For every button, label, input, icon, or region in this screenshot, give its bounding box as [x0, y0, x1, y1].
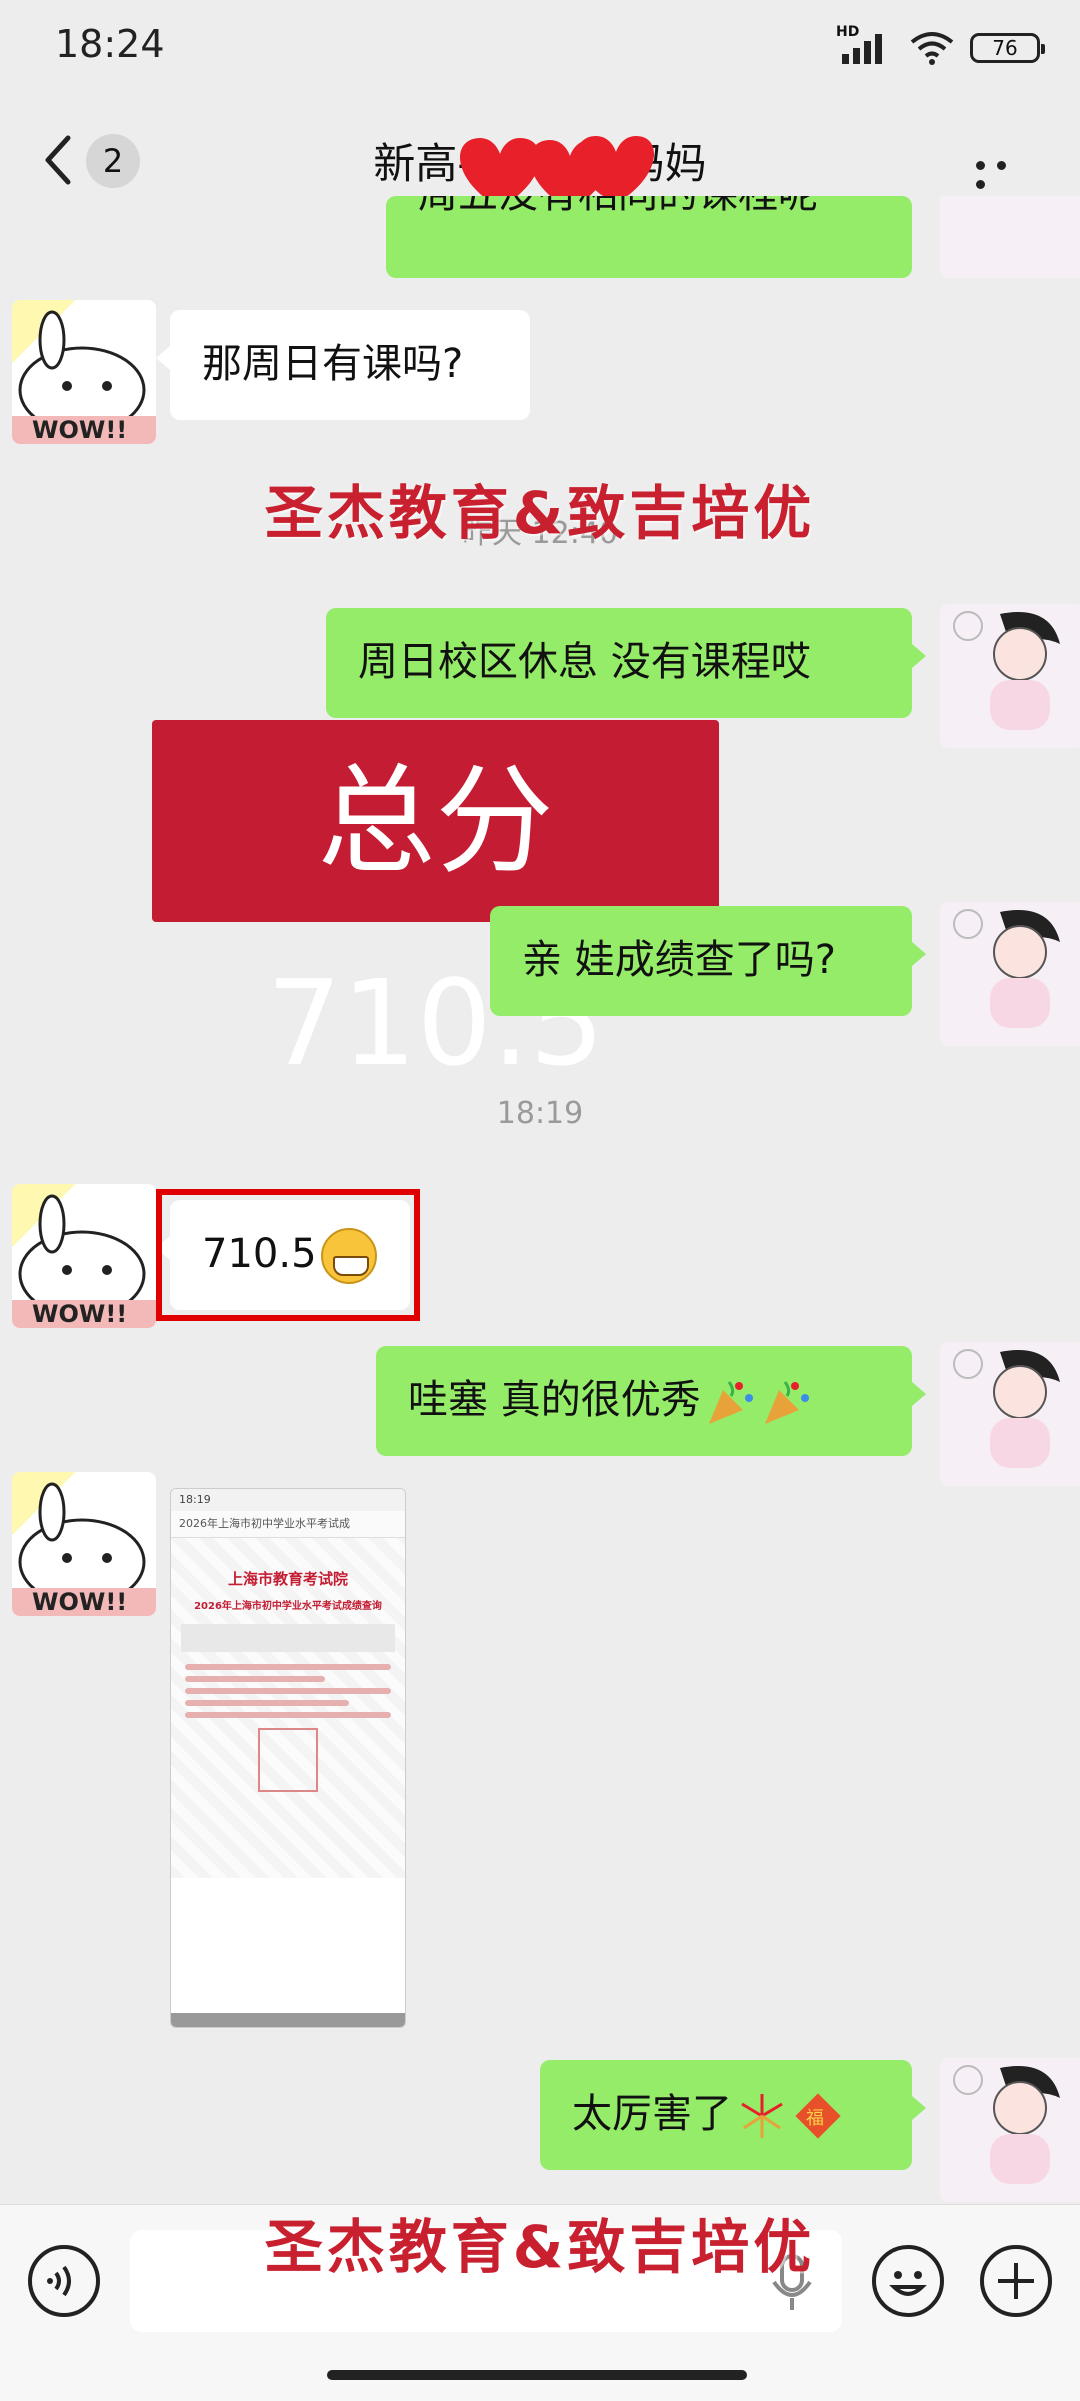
thumbnail-seal [258, 1728, 318, 1792]
girl-avatar-icon [953, 1349, 1060, 1468]
thumbnail-heading: 上海市教育考试院 [227, 1570, 348, 1588]
self-avatar[interactable] [940, 2058, 1080, 2202]
contact-avatar[interactable]: WOW!! [12, 1472, 156, 1616]
message-text: 周日校区休息 没有课程哎 [358, 639, 811, 685]
status-time: 18:24 [55, 22, 165, 66]
message-text: 太厉害了 [572, 2091, 732, 2137]
svg-text:WOW!!: WOW!! [32, 1588, 127, 1616]
thumbnail-footer [171, 2013, 405, 2027]
thumbnail-status-time: 18:19 [171, 1489, 405, 1511]
bunny-avatar-icon: WOW!! [12, 1482, 156, 1616]
message-text: 那周日有课吗? [202, 341, 464, 387]
svg-text:福: 福 [806, 2108, 824, 2129]
self-avatar[interactable] [940, 196, 1080, 278]
image-message-thumbnail[interactable]: 18:19 2026年上海市初中学业水平考试成 上海市教育考试院 2026年上海… [170, 1488, 406, 2028]
self-avatar[interactable] [940, 604, 1080, 748]
message-bubble[interactable]: 哇塞 真的很优秀 [376, 1346, 926, 1456]
svg-text:WOW!!: WOW!! [32, 416, 127, 444]
girl-avatar-icon [953, 611, 1060, 730]
girl-avatar-icon [953, 909, 1060, 1028]
more-icon[interactable] [976, 155, 1032, 189]
fireworks-emoji-icon [741, 2094, 783, 2138]
watermark-overlay: 圣杰教育&致吉培优 [264, 479, 816, 547]
message-bubble[interactable]: 亲 娃成绩查了吗? [490, 906, 926, 1016]
girl-avatar-icon [953, 2065, 1060, 2184]
bunny-avatar-icon: WOW!! [12, 310, 156, 444]
score-banner-overlay: 总分710.5 [152, 720, 719, 1092]
home-indicator[interactable] [327, 2370, 747, 2380]
message-bubble[interactable]: 周日校区休息 没有课程哎 [326, 608, 926, 718]
contact-avatar[interactable]: WOW!! [12, 300, 156, 444]
hd-label: HD [836, 24, 860, 40]
party-popper-icon [764, 1381, 809, 1424]
message-text: 周五没有相同的课程呢 [418, 196, 818, 217]
timestamp: 18:19 [496, 1096, 584, 1131]
status-icons: HD 76 [836, 24, 1045, 70]
message-text: 亲 娃成绩查了吗? [522, 937, 836, 983]
battery-icon: 76 [970, 33, 1045, 63]
thumbnail-body: 上海市教育考试院 2026年上海市初中学业水平考试成绩查询 [171, 1538, 405, 1878]
thumbnail-subheading: 2026年上海市初中学业水平考试成绩查询 [194, 1601, 382, 1612]
message-bubble-partial[interactable]: 周五没有相同的课程呢 [386, 196, 912, 278]
bunny-avatar-icon: WOW!! [12, 1194, 156, 1328]
message-bubble[interactable]: 太厉害了 福 [540, 2060, 926, 2170]
svg-text:WOW!!: WOW!! [32, 1300, 127, 1328]
fortune-emoji-icon: 福 [795, 2093, 841, 2139]
wifi-icon [910, 32, 954, 65]
message-text: 哇塞 真的很优秀 [408, 1377, 701, 1423]
signal-icon: HD [836, 24, 894, 66]
thumbnail-page-title: 2026年上海市初中学业水平考试成 [171, 1511, 405, 1538]
message-bubble[interactable]: 那周日有课吗? [156, 310, 530, 420]
self-avatar[interactable] [940, 902, 1080, 1046]
party-popper-icon [708, 1381, 753, 1424]
watermark-overlay: 圣杰教育&致吉培优 [264, 2213, 816, 2281]
contact-avatar[interactable]: WOW!! [12, 1184, 156, 1328]
highlight-box-overlay [156, 1189, 420, 1321]
thumbnail-blur-bar [181, 1624, 395, 1652]
self-avatar[interactable] [940, 1342, 1080, 1486]
